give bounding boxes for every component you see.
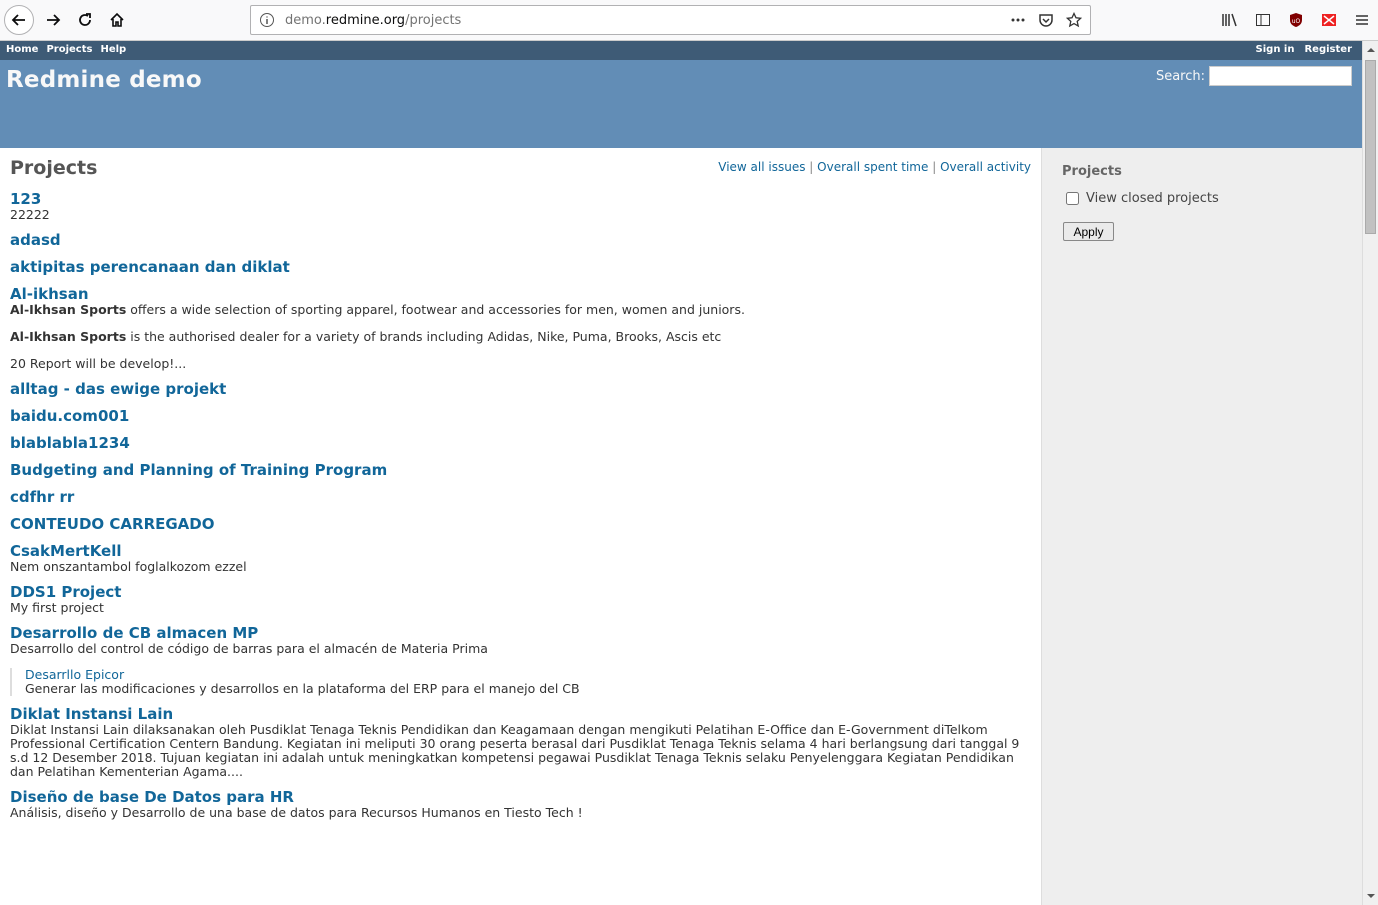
sidebar-title: Projects xyxy=(1062,164,1122,179)
brand-name: Al-Ikhsan Sports xyxy=(10,302,127,317)
project-link[interactable]: DDS1 Project xyxy=(10,583,1032,601)
project-link[interactable]: CONTEUDO CARREGADO xyxy=(10,515,1032,533)
project-link[interactable]: alltag - das ewige projekt xyxy=(10,380,1032,398)
project-description: Nem onszantambol foglalkozom ezzel xyxy=(10,559,247,574)
description-paragraph: Al-Ikhsan Sports is the authorised deale… xyxy=(10,330,1032,344)
sign-in-link[interactable]: Sign in xyxy=(1256,44,1295,55)
bookmark-star-icon[interactable] xyxy=(1066,12,1082,28)
pocket-icon[interactable] xyxy=(1038,12,1054,28)
project-item: cdfhr rr xyxy=(10,488,1032,506)
top-menu: Home Projects Help Sign in Register xyxy=(0,41,1362,60)
project-item: adasd xyxy=(10,231,1032,249)
reload-button[interactable] xyxy=(70,5,100,35)
overall-spent-time-link[interactable]: Overall spent time xyxy=(817,160,928,174)
description-paragraph: 20 Report will be develop!... xyxy=(10,356,187,371)
project-description: 22222 xyxy=(10,207,50,222)
info-icon xyxy=(260,13,274,27)
subproject-link[interactable]: Desarrllo Epicor xyxy=(25,668,1032,682)
project-link[interactable]: Budgeting and Planning of Training Progr… xyxy=(10,461,1032,479)
search-label: Search: xyxy=(1155,68,1205,84)
description-text: offers a wide selection of sporting appa… xyxy=(126,302,745,317)
view-all-issues-link[interactable]: View all issues xyxy=(718,160,805,174)
ublock-icon[interactable]: uO xyxy=(1288,12,1304,28)
project-item: aktipitas perencanaan dan diklat xyxy=(10,258,1032,276)
project-item: CONTEUDO CARREGADO xyxy=(10,515,1032,533)
search-input[interactable] xyxy=(1209,66,1352,86)
checkbox-label: View closed projects xyxy=(1086,191,1219,206)
project-link[interactable]: adasd xyxy=(10,231,1032,249)
forward-button[interactable] xyxy=(38,5,68,35)
address-bar[interactable]: demo.redmine.org/projects xyxy=(250,5,1091,35)
project-description: Al-Ikhsan Sports offers a wide selection… xyxy=(10,303,1032,371)
main-content: Projects View all issues | Overall spent… xyxy=(0,148,1041,905)
top-menu-home[interactable]: Home xyxy=(6,44,38,55)
project-item: Al-ikhsan Al-Ikhsan Sports offers a wide… xyxy=(10,285,1032,371)
site-title: Redmine demo xyxy=(6,67,202,93)
scroll-down-arrow-icon[interactable] xyxy=(1364,890,1378,902)
site-header: Redmine demo Search: xyxy=(0,60,1362,148)
url-text: demo.redmine.org/projects xyxy=(285,12,462,28)
project-link[interactable]: Diseño de base De Datos para HR xyxy=(10,788,1032,806)
project-link[interactable]: aktipitas perencanaan dan diklat xyxy=(10,258,1032,276)
project-link[interactable]: Desarrollo de CB almacen MP xyxy=(10,624,1032,642)
scrollbar-thumb[interactable] xyxy=(1365,60,1376,234)
top-menu-projects[interactable]: Projects xyxy=(46,44,92,55)
project-description: Desarrollo del control de código de barr… xyxy=(10,641,488,656)
register-link[interactable]: Register xyxy=(1304,44,1352,55)
description-paragraph: Al-Ikhsan Sports offers a wide selection… xyxy=(10,303,1032,317)
project-item: alltag - das ewige projekt xyxy=(10,380,1032,398)
page-scrollbar[interactable] xyxy=(1362,41,1378,905)
home-icon xyxy=(110,12,124,27)
library-icon[interactable] xyxy=(1221,12,1239,28)
project-item: Diseño de base De Datos para HR Análisis… xyxy=(10,788,1032,820)
forward-arrow-icon xyxy=(47,14,61,26)
project-description: Diklat Instansi Lain dilaksanakan oleh P… xyxy=(10,722,1020,779)
project-description: My first project xyxy=(10,600,104,615)
blocker-extension-icon[interactable] xyxy=(1321,12,1337,28)
view-closed-projects-checkbox[interactable] xyxy=(1066,192,1079,205)
top-menu-help[interactable]: Help xyxy=(100,44,126,55)
subproject-item: Desarrllo Epicor Generar las modificacio… xyxy=(10,668,1032,696)
project-item: CsakMertKell Nem onszantambol foglalkozo… xyxy=(10,542,1032,574)
sidebar: Projects View closed projects Apply xyxy=(1041,148,1362,905)
project-item: DDS1 Project My first project xyxy=(10,583,1032,615)
overall-activity-link[interactable]: Overall activity xyxy=(940,160,1031,174)
sidebar-toggle-icon[interactable] xyxy=(1255,12,1271,28)
project-link[interactable]: blablabla1234 xyxy=(10,434,1032,452)
home-button[interactable] xyxy=(102,5,132,35)
project-link[interactable]: CsakMertKell xyxy=(10,542,1032,560)
subproject-description: Generar las modificaciones y desarrollos… xyxy=(25,681,580,696)
brand-name: Al-Ikhsan Sports xyxy=(10,329,127,344)
back-button[interactable] xyxy=(4,5,34,35)
project-item: Budgeting and Planning of Training Progr… xyxy=(10,461,1032,479)
back-arrow-icon xyxy=(11,14,25,26)
reload-icon xyxy=(79,13,91,26)
project-link[interactable]: cdfhr rr xyxy=(10,488,1032,506)
separator: | xyxy=(932,160,937,174)
project-item: 123 22222 xyxy=(10,190,1032,222)
description-text: is the authorised dealer for a variety o… xyxy=(126,329,722,344)
project-description: Análisis, diseño y Desarrollo de una bas… xyxy=(10,805,583,820)
quick-search: Search: xyxy=(1156,66,1352,86)
project-link[interactable]: Diklat Instansi Lain xyxy=(10,705,1032,723)
project-link[interactable]: 123 xyxy=(10,190,1032,208)
more-actions-icon[interactable] xyxy=(1010,12,1026,28)
separator: | xyxy=(809,160,814,174)
page-title: Projects xyxy=(10,157,98,179)
hamburger-menu-icon[interactable] xyxy=(1354,12,1370,28)
svg-text:uO: uO xyxy=(1291,18,1300,25)
project-list: 123 22222 adasd aktipitas perencanaan da… xyxy=(10,190,1032,829)
project-item: Desarrollo de CB almacen MP Desarrollo d… xyxy=(10,624,1032,696)
apply-button[interactable]: Apply xyxy=(1063,222,1114,241)
project-item: Diklat Instansi Lain Diklat Instansi Lai… xyxy=(10,705,1032,779)
project-link[interactable]: Al-ikhsan xyxy=(10,285,1032,303)
scroll-up-arrow-icon[interactable] xyxy=(1364,44,1378,56)
contextual-links: View all issues | Overall spent time | O… xyxy=(718,160,1031,174)
view-closed-projects-option[interactable]: View closed projects xyxy=(1066,191,1219,206)
project-item: blablabla1234 xyxy=(10,434,1032,452)
browser-toolbar: demo.redmine.org/projects uO xyxy=(0,0,1378,41)
project-item: baidu.com001 xyxy=(10,407,1032,425)
project-link[interactable]: baidu.com001 xyxy=(10,407,1032,425)
